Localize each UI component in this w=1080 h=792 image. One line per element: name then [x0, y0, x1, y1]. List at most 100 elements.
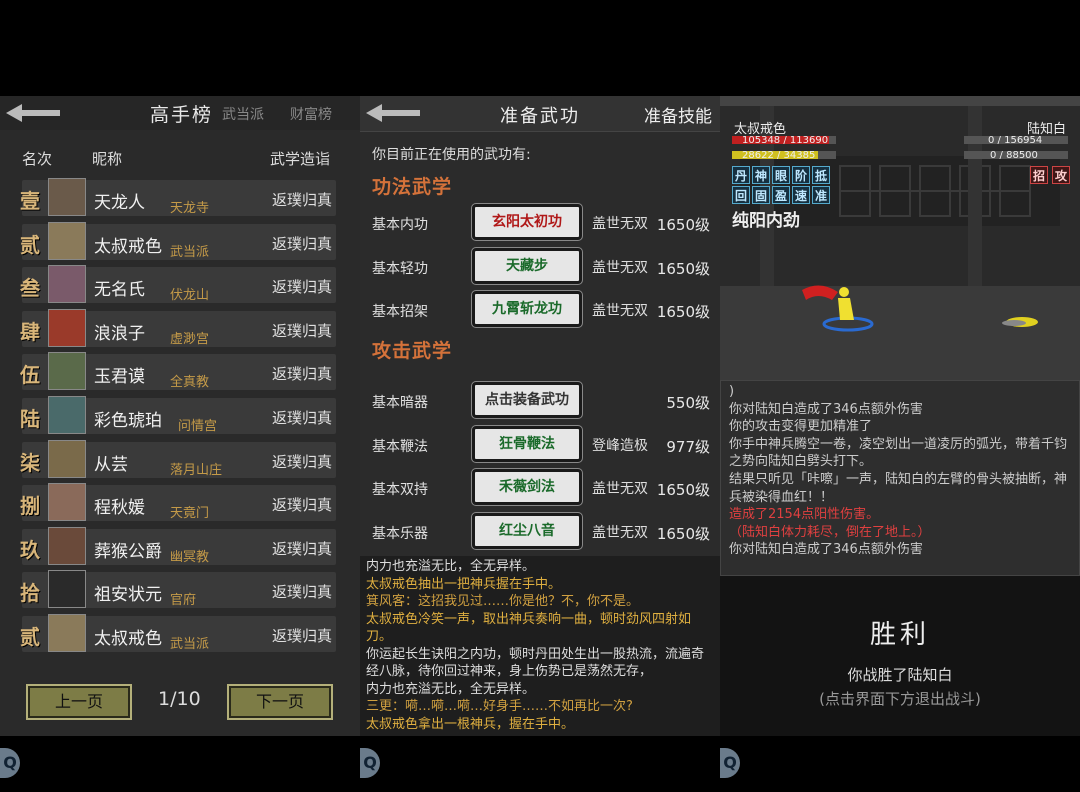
equip-skill-button[interactable]: 点击装备武功	[471, 381, 583, 419]
martial-level: 返璞归真	[271, 583, 332, 602]
avatar[interactable]	[48, 396, 86, 434]
log-line: 你对陆知白造成了346点额外伤害	[729, 542, 923, 558]
log-line: （陆知白体力耗尽，倒在了地上。）	[729, 524, 931, 540]
slot-label: 基本乐器	[372, 525, 428, 542]
leaderboard-panel: 高手榜 武当派 财富榜 名次 昵称 武学造诣 壹天龙人 天龙寺 返璞归真贰太叔戒色武…	[0, 96, 360, 736]
avatar[interactable]	[48, 221, 86, 260]
equip-skill-button[interactable]: 红尘八音	[471, 511, 583, 550]
leaderboard-header: 高手榜 武当派 财富榜	[0, 96, 360, 130]
avatar[interactable]	[48, 483, 86, 522]
rank-number: 叁	[20, 276, 40, 301]
rank-row[interactable]: 玖 葬猴公爵 幽冥教 返璞归真	[20, 526, 336, 565]
avatar[interactable]	[48, 352, 86, 391]
rank-row[interactable]: 拾 祖安状元 官府 返璞归真	[20, 570, 336, 609]
rank-row[interactable]: 陆 彩色琥珀 问情宫 返璞归真	[20, 396, 336, 434]
back-arrow-icon[interactable]	[6, 102, 60, 124]
log-line: 造成了2154点阳性伤害。	[729, 507, 880, 523]
rank-row[interactable]: 贰 太叔戒色 武当派 返璞归真	[20, 614, 336, 652]
avatar[interactable]	[48, 178, 86, 216]
rank-number: 拾	[20, 581, 40, 606]
rank-row[interactable]: 肆 浪浪子 虚渺宫 返璞归真	[20, 308, 336, 347]
player-name: 祖安状元	[94, 585, 162, 606]
player-name: 天龙人	[94, 193, 145, 213]
enemy-shadow	[1002, 320, 1026, 326]
equip-skill-button[interactable]: 天藏步	[471, 246, 583, 285]
player-sect: 武当派	[170, 637, 210, 652]
avatar[interactable]	[48, 570, 86, 609]
next-page-button[interactable]: 下一页	[227, 684, 333, 720]
rank-row[interactable]: 伍 玉君谟 全真教 返璞归真	[20, 352, 336, 391]
battle-panel: 太叔戒色 105348 / 113690 28622 / 34385 陆知白 0…	[720, 96, 1080, 736]
slot-label: 基本暗器	[372, 395, 428, 411]
bottom-bar	[0, 736, 360, 792]
back-arrow-icon[interactable]	[366, 102, 420, 124]
slot-label: 基本双持	[372, 482, 428, 498]
tab-prepare-skill[interactable]: 准备技能	[644, 102, 712, 127]
player-head	[839, 287, 849, 297]
skill-slot: 基本鞭法 狂骨鞭法 登峰造极 977级	[360, 424, 720, 464]
player-name: 葬猴公爵	[94, 541, 162, 562]
column-name: 昵称	[92, 150, 123, 168]
fighters	[802, 285, 1038, 332]
equip-skill-button[interactable]: 玄阳太初功	[471, 203, 583, 241]
equip-panel: 准备武功 准备技能 你目前正在使用的武功有: 功法武学 基本内功 玄阳太初功 盖世无…	[360, 96, 720, 736]
victory-panel[interactable]: 胜利 你战胜了陆知白 (点击界面下方退出战斗)	[720, 576, 1080, 736]
equip-intro: 你目前正在使用的武功有:	[372, 147, 531, 163]
avatar[interactable]	[48, 308, 86, 347]
rank-number: 伍	[20, 363, 40, 388]
equip-skill-button[interactable]: 狂骨鞭法	[471, 424, 583, 463]
combat-log: 内力也充溢无比，全无异样。 太叔戒色抽出一把神兵握在手中。 箕风客：这招我见过……你…	[360, 556, 720, 736]
skill-slot: 基本乐器 红尘八音 盖世无双 1650级	[360, 511, 720, 551]
exit-battle-hint[interactable]: (点击界面下方退出战斗)	[720, 688, 1080, 709]
avatar[interactable]	[48, 526, 86, 565]
prev-page-button[interactable]: 上一页	[26, 684, 132, 720]
player-name: 玉君谟	[94, 367, 145, 388]
martial-level: 返璞归真	[271, 365, 332, 384]
skill-slot: 基本暗器 点击装备武功 550级	[360, 380, 720, 420]
log-line: 你的攻击变得更加精准了	[729, 419, 873, 435]
player-name: 浪浪子	[94, 323, 145, 344]
martial-level: 返璞归真	[271, 409, 332, 427]
skill-level: 1650级	[656, 481, 710, 499]
tab-sect[interactable]: 武当派	[222, 104, 264, 124]
avatar[interactable]	[48, 439, 86, 478]
page-title: 准备武功	[500, 106, 580, 127]
martial-level: 返璞归真	[271, 452, 332, 471]
equip-skill-button[interactable]: 九霄斩龙功	[471, 290, 583, 328]
rank-row[interactable]: 柒 从芸 落月山庄 返璞归真	[20, 439, 336, 478]
rank-row[interactable]: 叁 无名氏 伏龙山 返璞归真	[20, 265, 336, 304]
skill-grade: 盖世无双	[592, 481, 648, 497]
player-sect: 幽冥教	[170, 549, 210, 565]
avatar[interactable]	[48, 265, 86, 304]
player-sect: 虚渺宫	[170, 331, 210, 347]
skill-grade: 盖世无双	[592, 216, 648, 232]
rank-row[interactable]: 壹 天龙人 天龙寺 返璞归真	[20, 178, 336, 216]
log-line: 三更：嗬…嗬…嗬…好身手……不如再比一次?	[366, 699, 633, 714]
victory-title: 胜利	[869, 620, 930, 650]
battle-log: ) 你对陆知白造成了346点额外伤害 你的攻击变得更加精准了 你手中神兵腾空一卷，凌空…	[720, 380, 1080, 576]
player-hp-text: 105348 / 113690	[742, 135, 829, 146]
buff-icon: 抵	[812, 166, 830, 184]
skill-level: 1650级	[656, 259, 710, 278]
red-cape	[802, 285, 838, 300]
column-level: 武学造诣	[270, 150, 331, 168]
buff-icon: 攻	[1052, 166, 1070, 184]
player-name: 太叔戒色	[94, 629, 162, 649]
player-sect: 落月山庄	[170, 462, 223, 478]
log-line: 太叔戒色冷笑一声，取出神兵奏响一曲，顿时劲风四射如刀。	[366, 611, 692, 645]
rank-row[interactable]: 捌 程秋媛 天竟门 返璞归真	[20, 483, 336, 522]
avatar[interactable]	[48, 614, 86, 652]
column-rank: 名次	[22, 150, 53, 168]
rank-row[interactable]: 贰 太叔戒色 武当派 返璞归真	[20, 221, 336, 260]
skill-level: 1650级	[656, 216, 710, 234]
skill-grade: 登峰造极	[592, 437, 648, 454]
tab-wealth[interactable]: 财富榜	[290, 104, 332, 124]
martial-level: 返璞归真	[271, 627, 332, 645]
martial-level: 返璞归真	[271, 278, 332, 297]
player-sect: 全真教	[170, 375, 210, 391]
rank-number: 玖	[20, 537, 40, 562]
skill-slot: 基本轻功 天藏步 盖世无双 1650级	[360, 246, 720, 286]
buff-icon: 丹	[732, 166, 750, 184]
equip-skill-button[interactable]: 禾薇剑法	[471, 468, 583, 506]
player-sect: 伏龙山	[170, 288, 210, 304]
